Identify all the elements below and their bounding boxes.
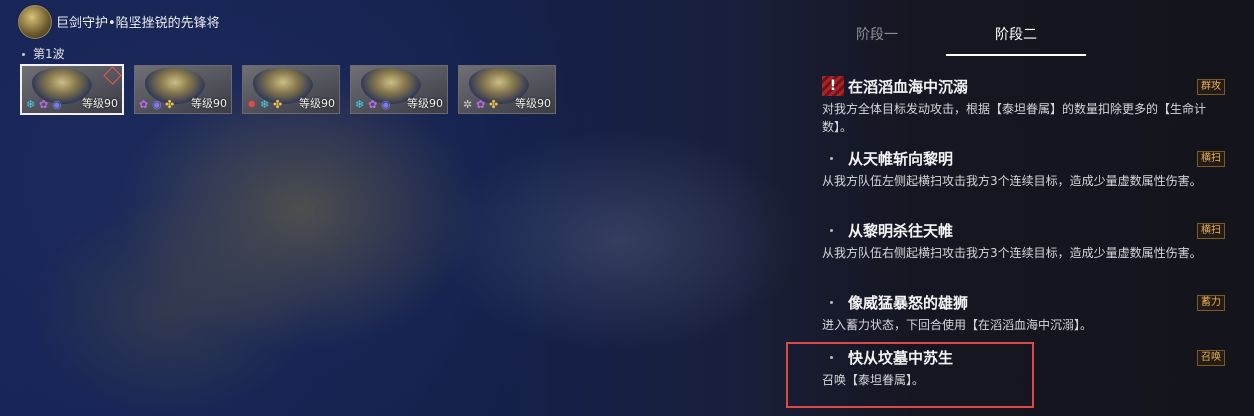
tab-phase-one[interactable]: 阶段一 bbox=[807, 24, 947, 54]
highlight-box bbox=[786, 342, 1034, 408]
enemy-card-2[interactable]: ✿ ◉ ✤ 等级90 bbox=[134, 65, 232, 114]
skill-name: 从黎明杀往天帷 bbox=[848, 222, 954, 240]
skill-tag: 横扫 bbox=[1197, 223, 1225, 239]
skill-description: 从我方队伍右侧起横扫攻击我方3个连续目标，造成少量虚数属性伤害。 bbox=[822, 246, 1202, 260]
bullet-icon bbox=[830, 229, 833, 232]
tab-phase-two[interactable]: 阶段二 bbox=[946, 24, 1086, 56]
enemy-level: 等级90 bbox=[407, 97, 443, 110]
lotus-icon: ✿ bbox=[476, 98, 486, 111]
wave-text: 第1波 bbox=[33, 47, 65, 61]
enemy-card-5[interactable]: ✲ ✿ ✤ 等级90 bbox=[458, 65, 556, 114]
skill-description: 对我方全体目标发动攻击，根据【泰坦眷属】的数量扣除更多的【生命计数】。 bbox=[822, 102, 1207, 134]
boss-avatar-icon bbox=[18, 5, 52, 39]
skill-tag: 蓄力 bbox=[1197, 295, 1225, 311]
skill-entry: 从黎明杀往天帷 横扫 从我方队伍右侧起横扫攻击我方3个连续目标，造成少量虚数属性… bbox=[820, 219, 1225, 262]
enemy-level: 等级90 bbox=[299, 97, 335, 110]
orb-icon: ◉ bbox=[381, 98, 391, 111]
snowflake-icon: ❄ bbox=[26, 98, 36, 111]
skill-entry: ! 在滔滔血海中沉溺 群攻 对我方全体目标发动攻击，根据【泰坦眷属】的数量扣除更… bbox=[820, 75, 1225, 136]
enemy-level: 等级90 bbox=[515, 97, 551, 110]
enemy-level: 等级90 bbox=[82, 97, 118, 110]
enemy-card-3[interactable]: ✹ ❄ ✤ 等级90 bbox=[242, 65, 340, 114]
flame-icon: ✹ bbox=[247, 98, 257, 111]
bullet-icon bbox=[22, 53, 25, 56]
lotus-icon: ✿ bbox=[39, 98, 49, 111]
fleur-icon: ✤ bbox=[489, 98, 499, 111]
snowflake-icon: ❄ bbox=[355, 98, 365, 111]
fleur-icon: ✤ bbox=[165, 98, 175, 111]
enemy-card-row: ❄ ✿ ◉ 等级90 ✿ ◉ ✤ 等级90 ✹ ❄ ✤ 等级90 ❄ ✿ ◉ 等… bbox=[20, 64, 556, 115]
warning-icon: ! bbox=[822, 76, 844, 96]
skill-tag: 横扫 bbox=[1197, 151, 1225, 167]
skill-description: 从我方队伍左侧起横扫攻击我方3个连续目标，造成少量虚数属性伤害。 bbox=[822, 174, 1202, 188]
bullet-icon bbox=[830, 157, 833, 160]
elite-badge-icon bbox=[103, 66, 122, 85]
skill-name: 从天帷斩向黎明 bbox=[848, 150, 954, 168]
skill-tag: 群攻 bbox=[1197, 79, 1225, 95]
wave-label: 第1波 bbox=[22, 45, 65, 62]
orb-icon: ◉ bbox=[152, 98, 162, 111]
lotus-icon: ✿ bbox=[139, 98, 149, 111]
skill-name: 在滔滔血海中沉溺 bbox=[848, 78, 969, 96]
bullet-icon bbox=[830, 301, 833, 304]
enemy-level: 等级90 bbox=[191, 97, 227, 110]
skill-name: 像威猛暴怒的雄狮 bbox=[848, 294, 969, 312]
skill-description: 进入蓄力状态，下回合使用【在滔滔血海中沉溺】。 bbox=[822, 318, 1093, 332]
orb-icon: ◉ bbox=[52, 98, 62, 111]
skill-entry: 从天帷斩向黎明 横扫 从我方队伍左侧起横扫攻击我方3个连续目标，造成少量虚数属性… bbox=[820, 147, 1225, 190]
snowflake-icon: ❄ bbox=[260, 98, 270, 111]
fleur-icon: ✤ bbox=[273, 98, 283, 111]
lotus-icon: ✿ bbox=[368, 98, 378, 111]
encounter-title: 巨剑守护•陷坚挫锐的先锋将 bbox=[56, 16, 220, 31]
ring-icon: ✲ bbox=[463, 98, 473, 111]
skill-tag: 召唤 bbox=[1197, 350, 1225, 366]
enemy-card-1[interactable]: ❄ ✿ ◉ 等级90 bbox=[20, 64, 124, 115]
enemy-card-4[interactable]: ❄ ✿ ◉ 等级90 bbox=[350, 65, 448, 114]
skill-entry: 像威猛暴怒的雄狮 蓄力 进入蓄力状态，下回合使用【在滔滔血海中沉溺】。 bbox=[820, 291, 1225, 334]
